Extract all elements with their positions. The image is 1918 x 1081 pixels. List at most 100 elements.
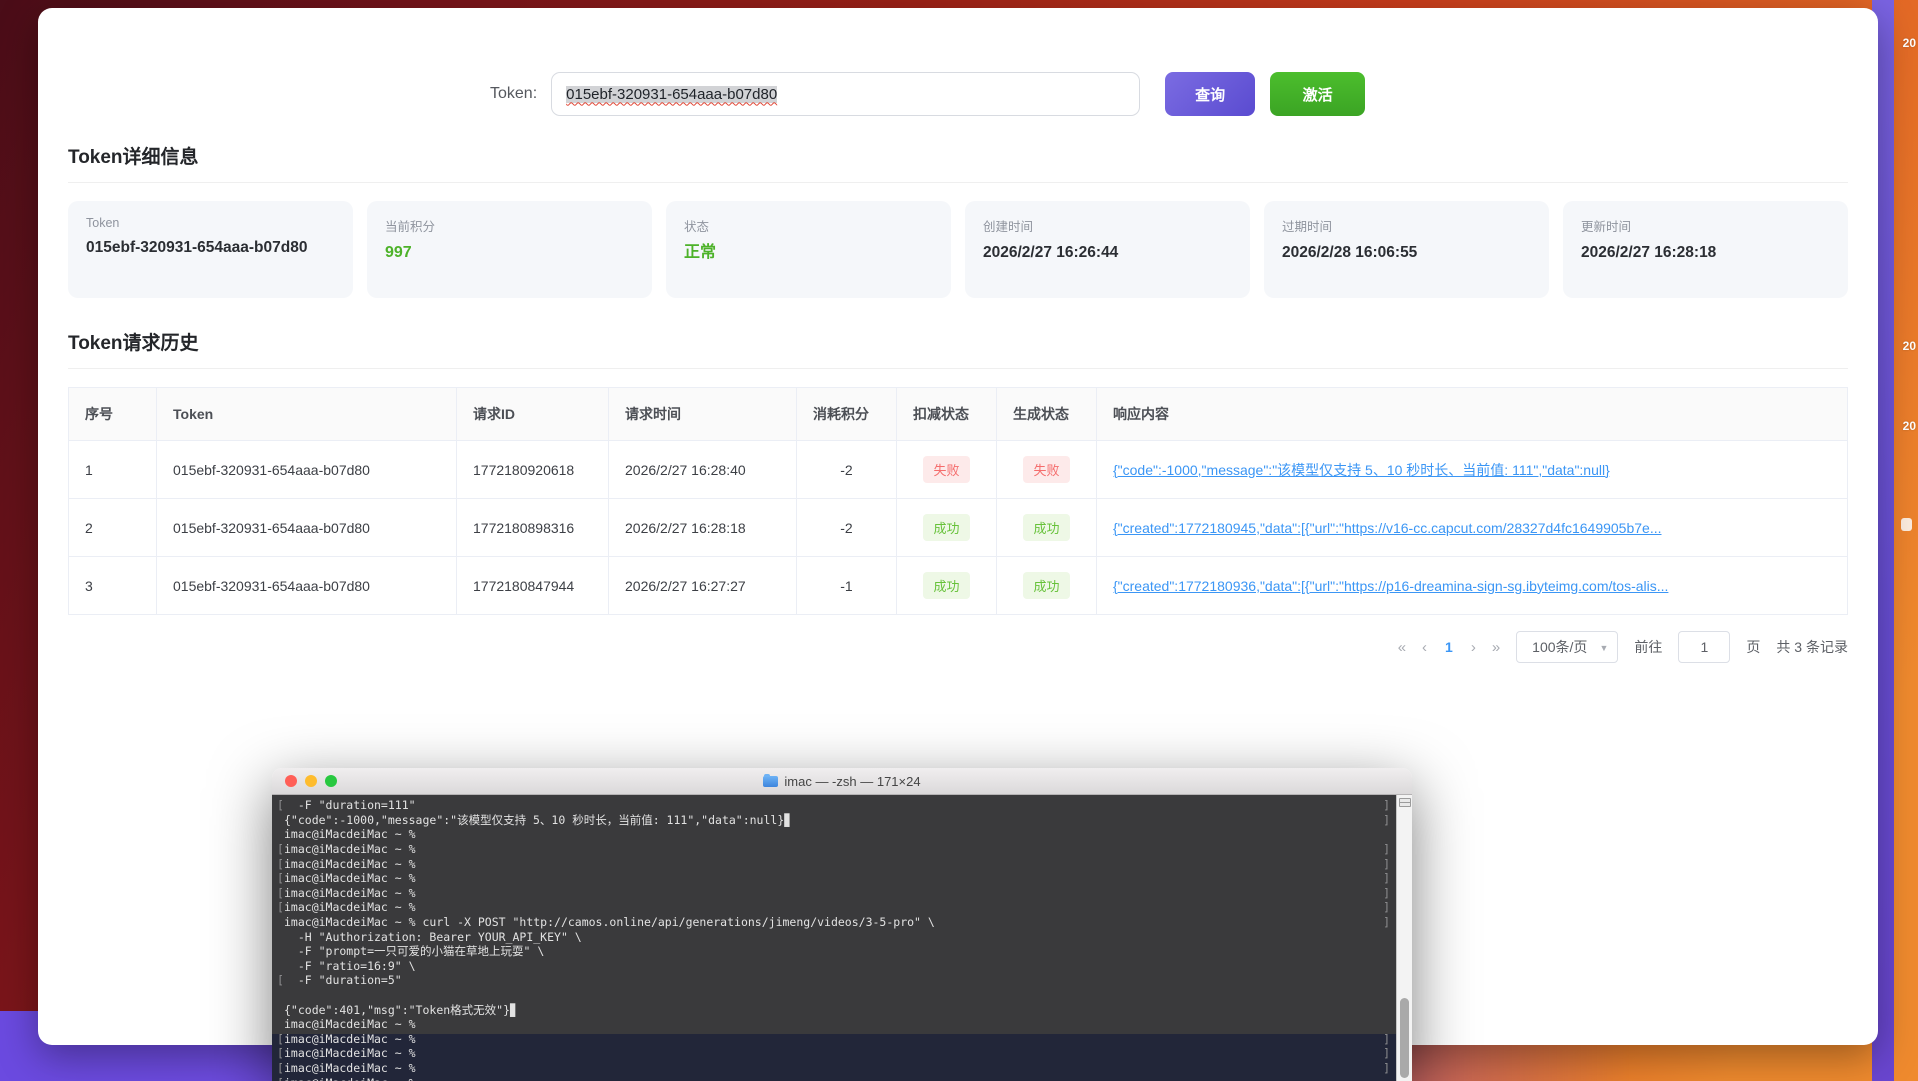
- header-request-time: 请求时间: [608, 387, 797, 441]
- terminal-scrollbar[interactable]: [1396, 795, 1412, 1081]
- card-value: 015ebf-320931-654aaa-b07d80: [86, 239, 308, 256]
- cell-request-time: 2026/2/27 16:27:27: [608, 556, 797, 615]
- terminal-body[interactable]: [ -F "duration=111"] {"code":-1000,"mess…: [272, 795, 1412, 1081]
- cell-token: 015ebf-320931-654aaa-b07d80: [156, 440, 457, 499]
- cell-request-id: 1772180898316: [456, 498, 609, 557]
- scrollbar-thumb[interactable]: [1400, 998, 1409, 1078]
- response-link[interactable]: {"created":1772180936,"data":[{"url":"ht…: [1113, 578, 1831, 594]
- page-size-select[interactable]: 100条/页 ▼: [1516, 631, 1619, 663]
- terminal-line: [imac@iMacdeiMac ~ %]: [277, 885, 1390, 900]
- table-row: 2 015ebf-320931-654aaa-b07d80 1772180898…: [68, 498, 1848, 557]
- header-deduct-status: 扣减状态: [896, 387, 997, 441]
- card-value: 997: [385, 244, 412, 261]
- first-page-button[interactable]: «: [1398, 639, 1406, 656]
- cell-index: 2: [68, 498, 157, 557]
- token-input[interactable]: 015ebf-320931-654aaa-b07d80: [551, 72, 1141, 116]
- terminal-title: imac — -zsh — 171×24: [272, 773, 1412, 789]
- terminal-line: [imac@iMacdeiMac ~ %]: [277, 900, 1390, 915]
- header-index: 序号: [68, 387, 157, 441]
- status-badge: 成功: [1023, 572, 1070, 599]
- card-value: 2026/2/28 16:06:55: [1282, 244, 1418, 261]
- chevron-down-icon: ▼: [1599, 643, 1609, 653]
- terminal-titlebar[interactable]: imac — -zsh — 171×24: [272, 768, 1412, 795]
- card-points: 当前积分 997: [367, 201, 652, 298]
- status-badge: 成功: [923, 514, 970, 541]
- card-label: 过期时间: [1282, 220, 1333, 234]
- last-page-button[interactable]: »: [1492, 639, 1500, 656]
- pagination: « ‹ 1 › » 100条/页 ▼ 前往 1 页 共 3 条记录: [68, 631, 1848, 663]
- terminal-line: [imac@iMacdeiMac ~ %]: [277, 856, 1390, 871]
- token-detail-cards: Token 015ebf-320931-654aaa-b07d80 当前积分 9…: [68, 201, 1848, 298]
- card-value: 2026/2/27 16:28:18: [1581, 244, 1717, 261]
- terminal-line: -F "ratio=16:9" \: [284, 958, 416, 973]
- card-created-time: 创建时间 2026/2/27 16:26:44: [965, 201, 1250, 298]
- header-token: Token: [156, 387, 457, 441]
- cell-points: -2: [796, 440, 897, 499]
- page-size-value: 100条/页: [1532, 639, 1588, 655]
- terminal-line: [imac@iMacdeiMac ~ %]: [277, 842, 1390, 857]
- cell-index: 1: [68, 440, 157, 499]
- cell-request-id: 1772180920618: [456, 440, 609, 499]
- status-badge: 失败: [1023, 456, 1070, 483]
- header-gen-status: 生成状态: [996, 387, 1097, 441]
- terminal-output[interactable]: [ -F "duration=111"] {"code":-1000,"mess…: [272, 795, 1412, 1081]
- table-row: 1 015ebf-320931-654aaa-b07d80 1772180920…: [68, 440, 1848, 499]
- terminal-line: [imac@iMacdeiMac ~ %]: [277, 1046, 1390, 1061]
- terminal-line: [ -F "duration=111"]: [277, 798, 1390, 813]
- terminal-window: imac — -zsh — 171×24 [ -F "duration=111"…: [272, 768, 1412, 1081]
- terminal-line: [imac@iMacdeiMac ~ %]: [277, 1060, 1390, 1075]
- card-label: 创建时间: [983, 220, 1034, 234]
- history-section-title: Token请求历史: [68, 328, 1848, 369]
- terminal-line: [imac@iMacdeiMac ~ %]: [277, 871, 1390, 886]
- card-label: 更新时间: [1581, 220, 1632, 234]
- header-response: 响应内容: [1096, 387, 1848, 441]
- cell-points: -2: [796, 498, 897, 557]
- status-badge: 成功: [923, 572, 970, 599]
- detail-section-title: Token详细信息: [68, 142, 1848, 183]
- header-request-id: 请求ID: [456, 387, 609, 441]
- terminal-title-text: imac — -zsh — 171×24: [784, 773, 921, 789]
- cell-request-time: 2026/2/27 16:28:18: [608, 498, 797, 557]
- card-label: 状态: [684, 220, 710, 234]
- card-value: 正常: [684, 244, 717, 261]
- card-expire-time: 过期时间 2026/2/28 16:06:55: [1264, 201, 1549, 298]
- table-header-row: 序号 Token 请求ID 请求时间 消耗积分 扣减状态 生成状态 响应内容: [68, 387, 1848, 441]
- cell-request-time: 2026/2/27 16:28:40: [608, 440, 797, 499]
- table-row: 3 015ebf-320931-654aaa-b07d80 1772180847…: [68, 556, 1848, 615]
- response-link[interactable]: {"code":-1000,"message":"该模型仅支持 5、10 秒时长…: [1113, 460, 1831, 480]
- token-input-label: Token:: [490, 85, 538, 102]
- card-status: 状态 正常: [666, 201, 951, 298]
- page-number-current[interactable]: 1: [1443, 639, 1455, 655]
- goto-page-input[interactable]: 1: [1678, 631, 1731, 663]
- request-history-table: 序号 Token 请求ID 请求时间 消耗积分 扣减状态 生成状态 响应内容 1…: [68, 387, 1848, 615]
- background-fragment: [1901, 518, 1912, 531]
- prev-page-button[interactable]: ‹: [1422, 639, 1427, 656]
- terminal-line: -F "prompt=一只可爱的小猫在草地上玩耍" \: [284, 944, 545, 959]
- terminal-line: [ -F "duration=5": [277, 973, 402, 988]
- token-input-value: 015ebf-320931-654aaa-b07d80: [566, 85, 778, 103]
- query-button[interactable]: 查询: [1165, 72, 1256, 116]
- card-update-time: 更新时间 2026/2/27 16:28:18: [1563, 201, 1848, 298]
- cell-token: 015ebf-320931-654aaa-b07d80: [156, 498, 457, 557]
- card-token: Token 015ebf-320931-654aaa-b07d80: [68, 201, 353, 298]
- terminal-line: imac@iMacdeiMac ~ % curl -X POST "http:/…: [284, 915, 1390, 930]
- terminal-line: imac@iMacdeiMac ~ %: [284, 827, 416, 842]
- terminal-line: imac@iMacdeiMac ~ %: [284, 1017, 416, 1032]
- response-link[interactable]: {"created":1772180945,"data":[{"url":"ht…: [1113, 520, 1831, 536]
- background-text-fragment: 20: [1902, 419, 1916, 433]
- split-pane-icon[interactable]: [1398, 798, 1411, 807]
- status-badge: 成功: [1023, 514, 1070, 541]
- activate-button[interactable]: 激活: [1270, 72, 1366, 116]
- folder-icon: [763, 773, 779, 787]
- status-badge: 失败: [923, 456, 970, 483]
- terminal-line: {"code":-1000,"message":"该模型仅支持 5、10 秒时长…: [284, 812, 1390, 827]
- next-page-button[interactable]: ›: [1471, 639, 1476, 656]
- card-label: 当前积分: [385, 220, 436, 234]
- terminal-line: [imac@iMacdeiMac ~ %]: [277, 1031, 1390, 1046]
- cell-index: 3: [68, 556, 157, 615]
- card-value: 2026/2/27 16:26:44: [983, 244, 1119, 261]
- terminal-line: -H "Authorization: Bearer YOUR_API_KEY" …: [284, 929, 582, 944]
- terminal-line: [imac@iMacdeiMac ~ %: [277, 1075, 1390, 1081]
- goto-label: 前往: [1634, 639, 1663, 655]
